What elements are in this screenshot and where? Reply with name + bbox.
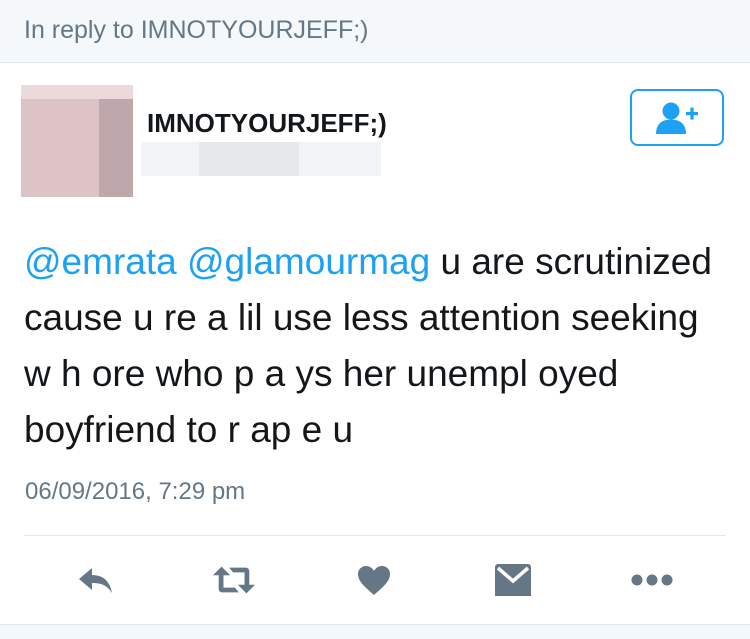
more-icon — [631, 574, 673, 586]
avatar-blur-block — [21, 85, 99, 197]
avatar-blur-block — [99, 85, 133, 197]
mention-link[interactable]: @emrata — [24, 241, 177, 282]
tweet-timestamp[interactable]: 06/09/2016, 7:29 pm — [25, 478, 245, 506]
avatar[interactable] — [21, 85, 133, 197]
reply-context-bar: In reply to IMNOTYOURJEFF;) — [0, 0, 750, 63]
author-handle-redacted — [141, 142, 381, 176]
like-button[interactable] — [352, 560, 396, 600]
author-display-name[interactable]: IMNOTYOURJEFF;) — [147, 108, 387, 139]
follow-user-icon — [656, 102, 698, 134]
message-icon — [495, 564, 531, 596]
reply-button[interactable] — [74, 560, 118, 600]
follow-button[interactable] — [630, 89, 724, 146]
bottom-bar — [0, 624, 750, 639]
direct-message-button[interactable] — [491, 560, 535, 600]
mention-link[interactable]: @glamourmag — [187, 241, 430, 282]
tweet-text: @emrata @glamourmag u are scrutinized ca… — [24, 234, 724, 458]
more-options-button[interactable] — [630, 560, 674, 600]
heart-icon — [358, 566, 390, 595]
retweet-icon — [212, 566, 256, 594]
reply-icon — [79, 568, 112, 593]
divider — [24, 535, 726, 536]
reply-context-text[interactable]: In reply to IMNOTYOURJEFF;) — [24, 16, 368, 45]
retweet-button[interactable] — [212, 560, 256, 600]
avatar-blur-block — [21, 85, 133, 99]
